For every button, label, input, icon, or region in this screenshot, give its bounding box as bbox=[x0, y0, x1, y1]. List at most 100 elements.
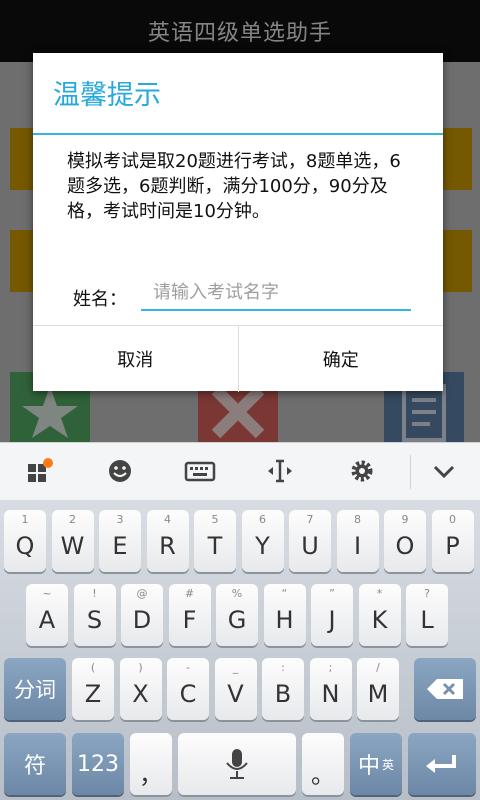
cancel-button[interactable]: 取消 bbox=[33, 326, 238, 392]
key-z[interactable]: (Z bbox=[72, 658, 114, 720]
key-secondary-label: % bbox=[231, 587, 243, 600]
key-t[interactable]: 5T bbox=[194, 510, 236, 572]
key-secondary-label: 5 bbox=[211, 513, 219, 526]
key-p[interactable]: 0P bbox=[431, 510, 474, 572]
key-secondary-label: : bbox=[281, 661, 285, 674]
dialog-button-row: 取消 确定 bbox=[33, 325, 443, 392]
key-y[interactable]: 6Y bbox=[241, 510, 284, 572]
emoji-button[interactable] bbox=[100, 453, 140, 489]
key-secondary-label: # bbox=[184, 587, 195, 600]
key-label: V bbox=[227, 680, 244, 708]
key-j[interactable]: ” J bbox=[311, 584, 353, 646]
key-secondary-label: “ bbox=[281, 587, 288, 600]
key-label: U bbox=[301, 532, 319, 560]
period-key[interactable]: 。 bbox=[302, 733, 344, 795]
key-label: O bbox=[395, 532, 415, 560]
key-secondary-label: 3 bbox=[116, 513, 124, 526]
lang-sub-label: 英 bbox=[382, 757, 395, 772]
key-secondary-label: / bbox=[376, 661, 380, 674]
key-label: W bbox=[60, 532, 85, 560]
key-label: D bbox=[132, 606, 152, 634]
backspace-icon bbox=[427, 679, 463, 699]
key-x[interactable]: ) X bbox=[119, 658, 162, 720]
dialog-title: 温馨提示 bbox=[53, 80, 161, 111]
key-f[interactable]: # F bbox=[168, 584, 211, 646]
app-grid-icon bbox=[28, 458, 53, 482]
key-v[interactable]: _ V bbox=[214, 658, 257, 720]
backspace-key[interactable] bbox=[414, 658, 476, 720]
key-secondary-label: - bbox=[186, 661, 190, 674]
key-label: F bbox=[182, 606, 197, 634]
microphone-icon bbox=[226, 749, 248, 779]
key-secondary-label: ! bbox=[92, 587, 97, 600]
key-label: S bbox=[86, 606, 103, 634]
key-label: E bbox=[112, 532, 128, 560]
key-label: M bbox=[367, 680, 389, 708]
key-secondary-label: 4 bbox=[164, 513, 171, 526]
dialog-message: 模拟考试是取20题进行考试，8题单选，6题多选，6题判断，满分100分，90分及… bbox=[67, 151, 401, 222]
space-key[interactable] bbox=[178, 733, 296, 795]
key-secondary-label: 6 bbox=[259, 513, 266, 526]
key-d[interactable]: @ D bbox=[121, 584, 163, 646]
word-segment-key[interactable]: 分词 bbox=[4, 658, 66, 720]
comma-key[interactable]: ， bbox=[130, 733, 172, 795]
key-label: T bbox=[207, 532, 223, 560]
key-s[interactable]: ! S bbox=[73, 584, 116, 646]
key-k[interactable]: * K bbox=[358, 584, 401, 646]
language-switch-key[interactable]: 中 英 bbox=[350, 733, 402, 795]
emoji-icon bbox=[109, 460, 131, 482]
key-label: Q bbox=[15, 532, 35, 560]
key-label: C bbox=[179, 680, 197, 708]
key-label: G bbox=[227, 606, 247, 634]
enter-key[interactable] bbox=[408, 733, 476, 795]
confirm-button[interactable]: 确定 bbox=[237, 326, 444, 392]
key-secondary-label: 8 bbox=[354, 513, 361, 526]
key-secondary-label: _ bbox=[232, 661, 239, 674]
lang-main-label: 中 bbox=[357, 754, 380, 779]
dialog-title-divider bbox=[33, 133, 443, 135]
key-secondary-label: 9 bbox=[401, 513, 409, 526]
key-n[interactable]: ; N bbox=[309, 658, 352, 720]
key-secondary-label: * bbox=[376, 587, 383, 600]
keyboard-switch-button[interactable] bbox=[180, 453, 220, 489]
key-b[interactable]: :B bbox=[262, 658, 304, 720]
key-secondary-label: ~ bbox=[42, 587, 52, 600]
key-u[interactable]: 7U bbox=[289, 510, 331, 572]
enter-icon bbox=[426, 755, 456, 773]
key-l[interactable]: ? L bbox=[406, 584, 448, 646]
key-h[interactable]: “H bbox=[263, 584, 306, 646]
toolbar-divider bbox=[410, 455, 411, 489]
key-m[interactable]: / M bbox=[357, 658, 399, 720]
key-label: A bbox=[38, 606, 56, 634]
key-o[interactable]: 9O bbox=[384, 510, 426, 572]
key-g[interactable]: % G bbox=[216, 584, 258, 646]
comma-key-label: ， bbox=[139, 761, 163, 789]
key-label: H bbox=[275, 606, 294, 634]
settings-button[interactable] bbox=[342, 453, 382, 489]
key-c[interactable]: -C bbox=[167, 658, 209, 720]
key-secondary-label: ” bbox=[329, 587, 335, 600]
collapse-keyboard-button[interactable] bbox=[424, 453, 464, 489]
keyboard-toolbar bbox=[0, 442, 480, 501]
symbol-key[interactable]: 符 bbox=[4, 733, 66, 795]
key-i[interactable]: 8I bbox=[336, 510, 379, 572]
cursor-move-button[interactable] bbox=[260, 453, 300, 489]
key-secondary-label: ( bbox=[90, 661, 96, 674]
key-w[interactable]: 2W bbox=[51, 510, 94, 572]
exam-name-input[interactable] bbox=[141, 277, 411, 311]
key-label: J bbox=[328, 606, 336, 634]
key-e[interactable]: 3E bbox=[99, 510, 141, 572]
period-key-label: 。 bbox=[311, 761, 335, 789]
app-grid-button[interactable] bbox=[20, 453, 60, 489]
key-q[interactable]: 1Q bbox=[4, 510, 46, 572]
key-secondary-label: 0 bbox=[449, 513, 456, 526]
key-a[interactable]: ~ A bbox=[26, 584, 68, 646]
collapse-icon bbox=[433, 465, 455, 479]
key-label: K bbox=[371, 606, 388, 634]
key-secondary-label: 7 bbox=[306, 513, 314, 526]
key-label: B bbox=[274, 680, 292, 708]
key-label: Y bbox=[255, 532, 270, 560]
number-key[interactable]: 123 bbox=[72, 733, 124, 795]
key-r[interactable]: 4R bbox=[146, 510, 189, 572]
key-secondary-label: ; bbox=[328, 661, 333, 674]
